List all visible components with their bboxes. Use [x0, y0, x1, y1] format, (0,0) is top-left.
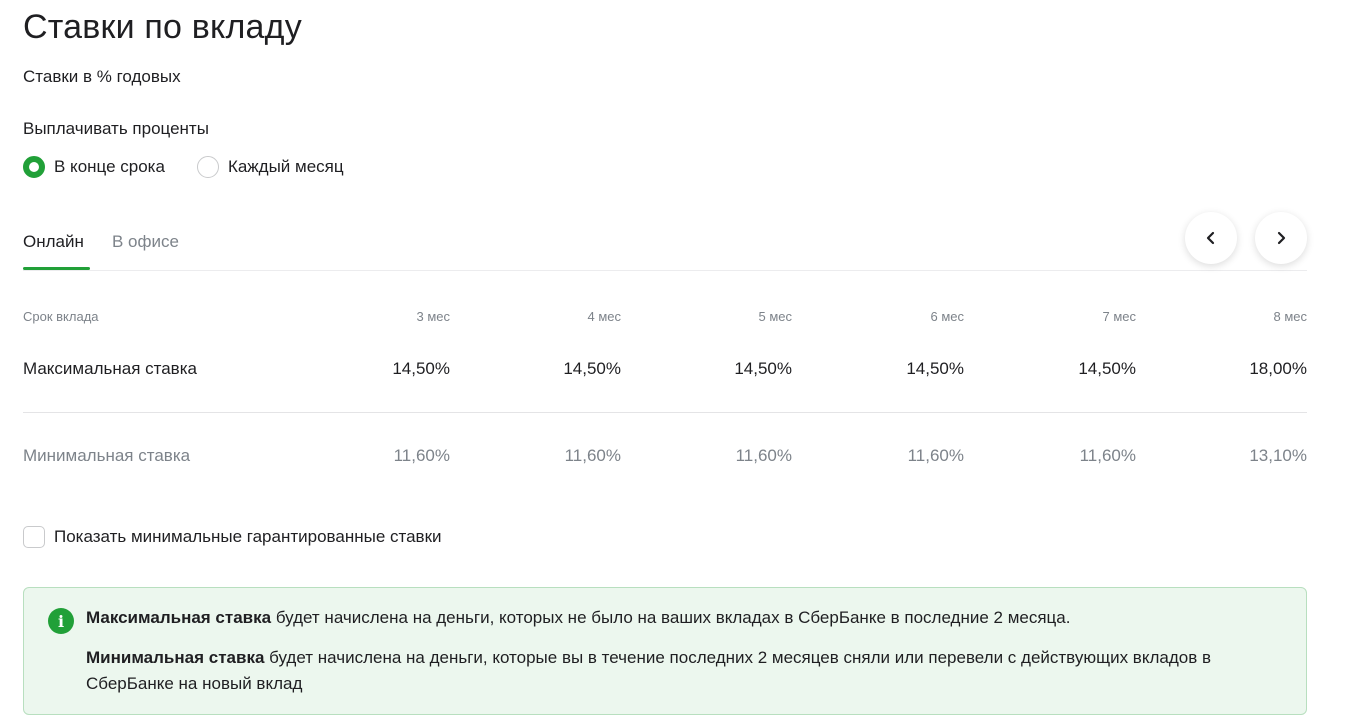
term-header-cell: 4 мес	[587, 309, 621, 324]
min-rate-cell: 11,60%	[735, 446, 792, 465]
info-max-rate-text: Максимальная ставка будет начислена на д…	[86, 605, 1266, 631]
info-min-rate-bold: Минимальная ставка	[86, 648, 265, 667]
info-max-rate-bold: Максимальная ставка	[86, 608, 272, 627]
max-rate-label: Максимальная ставка	[23, 359, 197, 378]
page-title: Ставки по вкладу	[23, 8, 302, 46]
term-header-cell: 5 мес	[758, 309, 792, 324]
radio-monthly[interactable]: Каждый месяц	[196, 156, 344, 178]
max-rate-cell: 18,00%	[1249, 359, 1307, 378]
radio-monthly-label: Каждый месяц	[227, 157, 344, 176]
table-row-max-rate: Максимальная ставка 14,50% 14,50% 14,50%…	[23, 334, 1307, 413]
max-rate-cell: 14,50%	[563, 359, 621, 378]
term-header-cell: 6 мес	[930, 309, 964, 324]
term-header-label: Срок вклада	[23, 309, 99, 324]
radio-checked-icon	[23, 156, 45, 178]
show-min-guaranteed-checkbox[interactable]: Показать минимальные гарантированные ста…	[23, 526, 442, 548]
max-rate-cell: 14,50%	[906, 359, 964, 378]
chevron-right-icon	[1277, 231, 1286, 245]
info-max-rate-desc: будет начислена на деньги, которых не бы…	[271, 608, 1071, 627]
next-terms-button[interactable]	[1255, 212, 1307, 264]
payout-radio-group: В конце срока Каждый месяц	[23, 156, 376, 178]
chevron-left-icon	[1206, 231, 1215, 245]
term-header-cell: 3 мес	[416, 309, 450, 324]
max-rate-cell: 14,50%	[392, 359, 450, 378]
min-rate-cell: 11,60%	[393, 446, 450, 465]
channel-tabs: Онлайн В офисе	[23, 222, 1307, 271]
table-header-row: Срок вклада 3 мес 4 мес 5 мес 6 мес 7 ме…	[23, 300, 1307, 334]
rates-subtitle: Ставки в % годовых	[23, 67, 181, 86]
payout-label: Выплачивать проценты	[23, 119, 209, 138]
min-rate-cell: 11,60%	[1079, 446, 1136, 465]
radio-end-of-term-label: В конце срока	[54, 157, 165, 176]
rates-table: Срок вклада 3 мес 4 мес 5 мес 6 мес 7 ме…	[23, 300, 1307, 498]
info-icon: i	[48, 608, 74, 634]
info-min-rate-text: Минимальная ставка будет начислена на де…	[86, 645, 1266, 697]
min-rate-cell: 11,60%	[564, 446, 621, 465]
active-tab-indicator	[23, 267, 90, 270]
min-rate-cell: 13,10%	[1249, 446, 1307, 465]
radio-end-of-term[interactable]: В конце срока	[23, 156, 165, 178]
table-row-min-rate: Минимальная ставка 11,60% 11,60% 11,60% …	[23, 413, 1307, 498]
max-rate-cell: 14,50%	[1078, 359, 1136, 378]
min-rate-cell: 11,60%	[907, 446, 964, 465]
tab-online[interactable]: Онлайн	[23, 232, 84, 252]
term-header-cell: 7 мес	[1102, 309, 1136, 324]
checkbox-box[interactable]	[23, 526, 45, 548]
tab-office[interactable]: В офисе	[112, 232, 179, 252]
info-notice: i Максимальная ставка будет начислена на…	[23, 587, 1307, 715]
radio-unchecked-icon	[196, 156, 219, 178]
show-min-guaranteed-label: Показать минимальные гарантированные ста…	[54, 527, 442, 546]
max-rate-cell: 14,50%	[734, 359, 792, 378]
min-rate-label: Минимальная ставка	[23, 446, 191, 465]
prev-terms-button[interactable]	[1185, 212, 1237, 264]
term-header-cell: 8 мес	[1273, 309, 1307, 324]
